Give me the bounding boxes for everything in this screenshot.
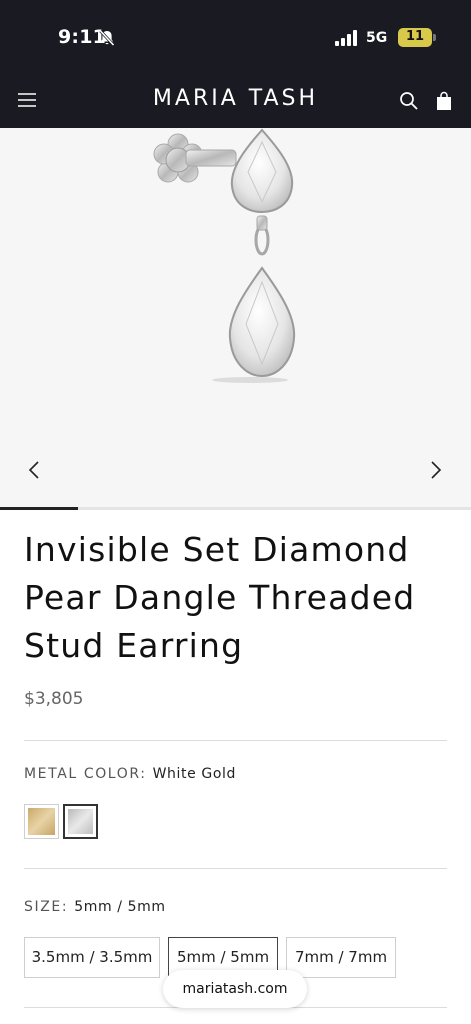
divider [24, 868, 447, 869]
swatch-fill [28, 808, 55, 835]
size-option-3-5mm[interactable]: 3.5mm / 3.5mm [24, 937, 160, 978]
product-image-gallery[interactable] [0, 128, 471, 508]
size-option-7mm[interactable]: 7mm / 7mm [286, 937, 396, 978]
swatch-fill [68, 809, 93, 834]
swatch-white-gold[interactable] [63, 804, 98, 839]
metal-color-label: METAL COLOR: White Gold [24, 766, 236, 782]
swatch-yellow-gold[interactable] [24, 804, 59, 839]
metal-color-value: White Gold [152, 766, 236, 782]
status-bar: 9:11 5G 11 [0, 0, 471, 72]
gallery-progress-fill [0, 507, 78, 510]
size-heading: SIZE: [24, 899, 69, 915]
chevron-left-icon[interactable] [24, 458, 44, 482]
battery-icon: 11 [398, 28, 432, 47]
search-icon[interactable] [399, 91, 419, 111]
product-image [153, 128, 296, 383]
network-type: 5G [366, 30, 388, 46]
product-title: Invisible Set Diamond Pear Dangle Thread… [24, 530, 416, 665]
size-label: SIZE: 5mm / 5mm [24, 899, 166, 915]
browser-url-bar[interactable]: mariatash.com [163, 970, 307, 1008]
product-price: $3,805 [24, 689, 84, 709]
battery-level: 11 [405, 29, 425, 44]
signal-icon [335, 30, 357, 46]
metal-color-heading: METAL COLOR: [24, 766, 147, 782]
chevron-right-icon[interactable] [426, 458, 446, 482]
size-value: 5mm / 5mm [74, 899, 166, 915]
shopping-bag-icon[interactable] [436, 91, 452, 111]
divider [24, 740, 447, 741]
bell-muted-icon [99, 29, 115, 47]
battery-cap [433, 34, 436, 41]
